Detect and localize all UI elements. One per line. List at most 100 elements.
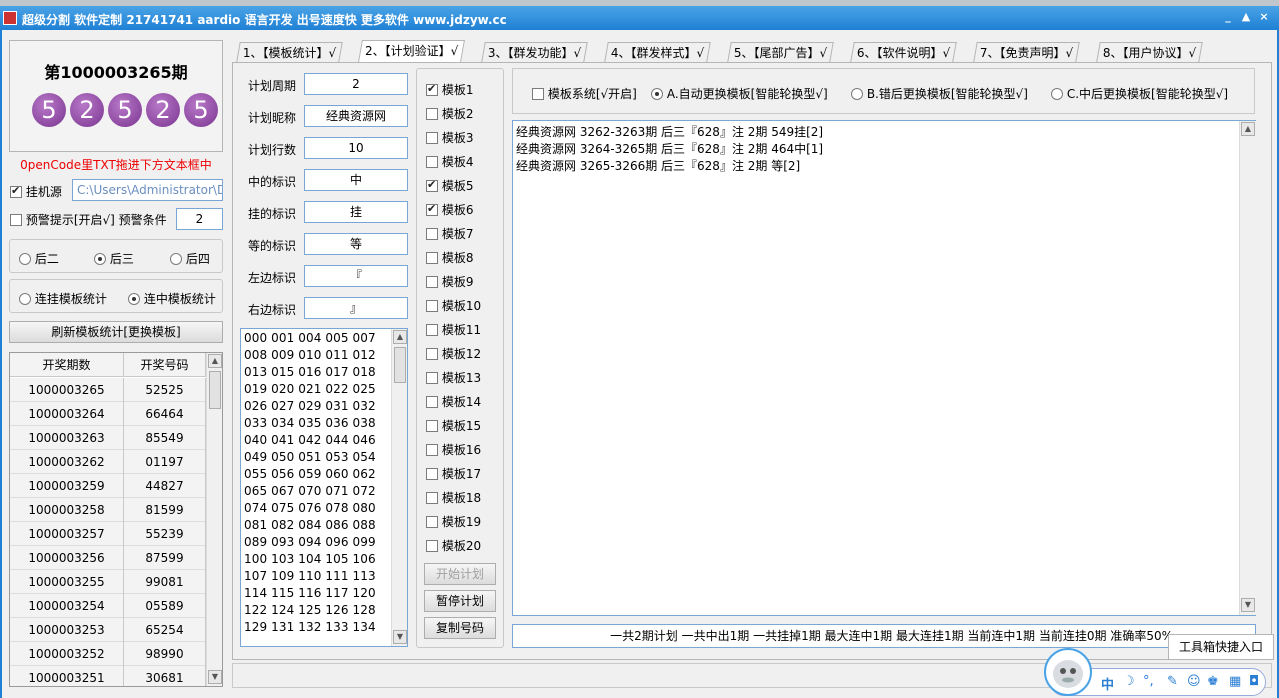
checkbox-box[interactable] (426, 275, 438, 288)
checkbox-box[interactable] (426, 178, 438, 192)
scroll-thumb[interactable] (209, 371, 221, 409)
wrench-icon[interactable]: ✎ (1167, 674, 1178, 689)
radio-dot[interactable] (1051, 87, 1063, 100)
scroll-up-arrow-icon[interactable]: ▲ (1241, 122, 1255, 136)
checkbox-box[interactable] (426, 347, 438, 360)
field-input[interactable]: 2 (304, 73, 408, 95)
checkbox-box[interactable] (426, 371, 438, 384)
scroll-down-arrow-icon[interactable]: ▼ (1241, 598, 1255, 612)
table-row[interactable]: 1000003255 99081 (10, 570, 206, 594)
table-row[interactable]: 1000003258 81599 (10, 498, 206, 522)
checkbox-box[interactable] (426, 227, 438, 240)
template-checkbox-12[interactable]: 模板12 (426, 345, 481, 361)
punctuation-icon[interactable]: °, (1143, 674, 1154, 689)
template-checkbox-11[interactable]: 模板11 (426, 321, 481, 337)
field-input[interactable]: 『 (304, 265, 408, 287)
table-row[interactable]: 1000003253 65254 (10, 618, 206, 642)
radio-consecutive-miss[interactable]: 连挂模板统计 (19, 290, 107, 307)
warn-checkbox[interactable]: 预警提示[开启√] 预警条件 (10, 211, 167, 228)
copy-numbers-button[interactable]: 复制号码 (424, 617, 496, 639)
table-row[interactable]: 1000003254 05589 (10, 594, 206, 618)
checkbox-box[interactable] (426, 419, 438, 432)
pause-plan-button[interactable]: 暂停计划 (424, 590, 496, 612)
checkbox-box[interactable] (426, 299, 438, 312)
table-row[interactable]: 1000003256 87599 (10, 546, 206, 570)
checkbox-box[interactable] (426, 155, 438, 168)
refresh-template-stats-button[interactable]: 刷新模板统计[更换模板] (9, 321, 223, 343)
grid-icon[interactable]: ▦ (1229, 674, 1241, 689)
checkbox-box[interactable] (426, 443, 438, 456)
template-checkbox-13[interactable]: 模板13 (426, 369, 481, 385)
number-list[interactable]: 000 001 004 005 007 008 009 010 011 012 01… (240, 328, 408, 647)
tab-disclaimer[interactable]: 7、【免责声明】√ (973, 42, 1081, 62)
checkbox-box[interactable] (10, 213, 22, 226)
tab-plan-verify[interactable]: 2、【计划验证】√ (358, 40, 466, 62)
checkbox-box[interactable] (426, 82, 438, 96)
radio-consecutive-hit[interactable]: 连中模板统计 (128, 290, 216, 307)
template-checkbox-18[interactable]: 模板18 (426, 489, 481, 505)
radio-dot[interactable] (170, 252, 182, 265)
radio-hou4[interactable]: 后四 (170, 250, 210, 267)
checkbox-box[interactable] (426, 515, 438, 528)
checkbox-box[interactable] (426, 491, 438, 504)
start-plan-button[interactable]: 开始计划 (424, 563, 496, 585)
scroll-down-arrow-icon[interactable]: ▼ (393, 630, 407, 644)
radio-dot[interactable] (128, 292, 140, 305)
template-checkbox-14[interactable]: 模板14 (426, 393, 481, 409)
template-checkbox-4[interactable]: 模板4 (426, 153, 473, 169)
radio-dot[interactable] (19, 292, 31, 305)
field-input[interactable]: 10 (304, 137, 408, 159)
minimize-button[interactable]: _ (1221, 10, 1235, 24)
radio-dot[interactable] (19, 252, 31, 265)
output-scrollbar[interactable]: ▲ ▼ (1239, 121, 1256, 615)
tab-tail-ad[interactable]: 5、【尾部广告】√ (727, 42, 835, 62)
maximize-button[interactable]: ▲ (1239, 10, 1253, 24)
col-header-issue[interactable]: 开奖期数 (10, 353, 124, 377)
smile-icon[interactable]: ☺ (1187, 674, 1201, 689)
close-button[interactable]: × (1257, 10, 1271, 24)
field-input[interactable]: 中 (304, 169, 408, 191)
tab-software-info[interactable]: 6、【软件说明】√ (850, 42, 958, 62)
field-input[interactable]: 』 (304, 297, 408, 319)
table-row[interactable]: 1000003264 66464 (10, 402, 206, 426)
scroll-up-arrow-icon[interactable]: ▲ (208, 354, 222, 368)
tab-user-agreement[interactable]: 8、【用户协议】√ (1096, 42, 1204, 62)
template-checkbox-5[interactable]: 模板5 (426, 177, 473, 193)
template-checkbox-16[interactable]: 模板16 (426, 441, 481, 457)
template-checkbox-8[interactable]: 模板8 (426, 249, 473, 265)
template-checkbox-10[interactable]: 模板10 (426, 297, 481, 313)
radio-dot[interactable] (851, 87, 863, 100)
number-list-scrollbar[interactable]: ▲ ▼ (391, 329, 407, 646)
template-checkbox-15[interactable]: 模板15 (426, 417, 481, 433)
field-input[interactable]: 经典资源网 (304, 105, 408, 127)
template-checkbox-1[interactable]: 模板1 (426, 81, 473, 97)
radio-mode-b[interactable]: B.错后更换模板[智能轮换型√] (851, 85, 1028, 102)
template-checkbox-6[interactable]: 模板6 (426, 201, 473, 217)
checkbox-box[interactable] (10, 184, 22, 198)
radio-hou3[interactable]: 后三 (94, 250, 134, 267)
table-row[interactable]: 1000003263 85549 (10, 426, 206, 450)
field-input[interactable]: 等 (304, 233, 408, 255)
radio-dot[interactable] (651, 87, 663, 100)
moon-icon[interactable]: ☽ (1123, 674, 1135, 689)
checkbox-box[interactable] (426, 467, 438, 480)
template-checkbox-20[interactable]: 模板20 (426, 537, 481, 553)
history-scrollbar[interactable]: ▲ ▼ (206, 353, 222, 686)
radio-hou2[interactable]: 后二 (19, 250, 59, 267)
template-checkbox-7[interactable]: 模板7 (426, 225, 473, 241)
scroll-down-arrow-icon[interactable]: ▼ (208, 670, 222, 684)
checkbox-box[interactable] (426, 323, 438, 336)
checkbox-box[interactable] (426, 539, 438, 552)
table-row[interactable]: 1000003262 01197 (10, 450, 206, 474)
plan-output-text[interactable]: 经典资源网 3262-3263期 后三『628』注 2期 549挂[2] 经典资源… (512, 120, 1256, 616)
ime-avatar-icon[interactable] (1044, 648, 1092, 696)
hook-source-checkbox[interactable]: 挂机源 (10, 183, 62, 200)
tab-send-style[interactable]: 4、【群发样式】√ (604, 42, 712, 62)
table-row[interactable]: 1000003259 44827 (10, 474, 206, 498)
radio-dot[interactable] (94, 252, 106, 265)
shirt-icon[interactable]: ♚ (1207, 674, 1219, 689)
scroll-up-arrow-icon[interactable]: ▲ (393, 330, 407, 344)
warn-value-input[interactable]: 2 (176, 208, 223, 230)
hook-source-path-input[interactable]: C:\Users\Administrator\De (72, 179, 223, 201)
scroll-thumb[interactable] (394, 347, 406, 383)
